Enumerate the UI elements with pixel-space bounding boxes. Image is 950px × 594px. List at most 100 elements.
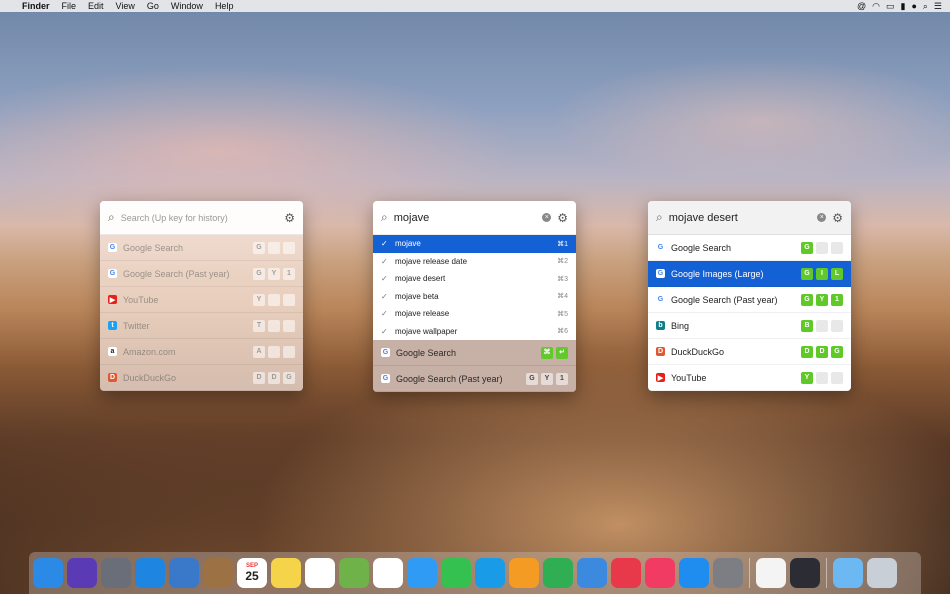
notes-icon[interactable] — [271, 558, 301, 588]
search-input[interactable]: Search (Up key for history) — [121, 213, 279, 223]
magnifier-icon: ⌕ — [381, 210, 388, 224]
photos-icon[interactable] — [373, 558, 403, 588]
system-preferences-icon[interactable] — [713, 558, 743, 588]
user-icon[interactable]: ● — [911, 1, 916, 12]
at-icon[interactable]: @ — [857, 1, 866, 12]
suggestion-row[interactable]: ✓ mojave desert ⌘3 — [373, 270, 576, 288]
news-icon[interactable] — [611, 558, 641, 588]
menu-app-name[interactable]: Finder — [16, 0, 56, 12]
app-store-icon[interactable] — [679, 558, 709, 588]
clear-icon[interactable]: × — [542, 213, 552, 222]
shortcut-key — [268, 241, 280, 254]
menu-view[interactable]: View — [110, 0, 141, 12]
result-row[interactable]: G Google Search G — [648, 235, 851, 261]
gear-icon[interactable]: ⚙ — [557, 211, 568, 225]
menu-go[interactable]: Go — [141, 0, 165, 12]
shortcut-key — [268, 319, 280, 332]
shortcut-key: Y — [268, 267, 280, 280]
engine-row[interactable]: G Google Search (Past year) G Y 1 — [373, 366, 576, 392]
suggestion-row[interactable]: ✓ mojave beta ⌘4 — [373, 288, 576, 306]
search-icon[interactable]: ⌕ — [923, 1, 928, 12]
calendar-icon[interactable]: SEP 25 — [237, 558, 267, 588]
search-bar[interactable]: ⌕ Search (Up key for history) ⚙ — [100, 201, 303, 235]
textedit-icon[interactable] — [756, 558, 786, 588]
engine-row[interactable]: G Google Search ⌘ ↵ — [373, 340, 576, 366]
clear-icon[interactable]: × — [817, 213, 827, 222]
airplay-icon[interactable]: ▭ — [886, 1, 895, 12]
search-input[interactable]: mojave desert — [669, 212, 812, 224]
siri-icon[interactable] — [67, 558, 97, 588]
search-bar[interactable]: ⌕ mojave desert × ⚙ — [648, 201, 851, 235]
helpdesk-icon[interactable] — [475, 558, 505, 588]
suggestion-row[interactable]: ✓ mojave release date ⌘2 — [373, 253, 576, 271]
menu-file[interactable]: File — [56, 0, 83, 12]
suggestion-label: mojave beta — [395, 291, 439, 301]
menu-edit[interactable]: Edit — [82, 0, 110, 12]
gear-icon[interactable]: ⚙ — [284, 211, 295, 225]
result-label: YouTube — [671, 372, 707, 383]
dock: SEP 25 — [29, 552, 921, 594]
list-icon[interactable]: ☰ — [934, 1, 942, 12]
keynote-icon[interactable] — [577, 558, 607, 588]
shortcut-key: D — [816, 345, 828, 358]
search-panel-history: ⌕ Search (Up key for history) ⚙ G Google … — [100, 201, 303, 391]
maps-icon[interactable] — [339, 558, 369, 588]
shortcut-keys: GY1 — [526, 372, 568, 385]
launchpad-icon[interactable] — [101, 558, 131, 588]
trash-icon[interactable] — [867, 558, 897, 588]
suggestion-shortcut: ⌘6 — [557, 328, 568, 336]
shortcut-key: G — [283, 371, 295, 384]
menu-window[interactable]: Window — [165, 0, 209, 12]
quicktime-icon[interactable] — [790, 558, 820, 588]
shortcut-key — [816, 371, 828, 384]
result-row[interactable]: b Bing B — [648, 313, 851, 339]
wifi-icon[interactable]: ◠ — [872, 1, 880, 12]
downloads-folder-icon[interactable] — [833, 558, 863, 588]
music-icon[interactable] — [645, 558, 675, 588]
gear-icon[interactable]: ⚙ — [832, 211, 843, 225]
contacts-icon[interactable] — [203, 558, 233, 588]
shortcut-key: G — [526, 372, 538, 385]
finder-icon[interactable] — [33, 558, 63, 588]
facetime-icon[interactable] — [441, 558, 471, 588]
check-icon: ✓ — [381, 291, 388, 301]
check-icon: ✓ — [381, 256, 388, 266]
mail-stamp-icon[interactable] — [169, 558, 199, 588]
result-label: Amazon.com — [123, 346, 176, 357]
suggestion-row[interactable]: ✓ mojave ⌘1 — [373, 235, 576, 253]
result-row[interactable]: D DuckDuckGo D D G — [100, 365, 303, 391]
shortcut-key: 1 — [831, 293, 843, 306]
shortcut-key: 1 — [283, 267, 295, 280]
result-row[interactable]: G Google Search (Past year) G Y 1 — [100, 261, 303, 287]
result-row[interactable]: D DuckDuckGo D D G — [648, 339, 851, 365]
result-row[interactable]: ▶ YouTube Y — [648, 365, 851, 391]
shortcut-key: G — [831, 345, 843, 358]
shortcut-keys: B — [801, 319, 843, 332]
pages-icon[interactable] — [509, 558, 539, 588]
result-row[interactable]: G Google Images (Large) G I L — [648, 261, 851, 287]
shortcut-key: Y — [801, 371, 813, 384]
result-row[interactable]: a Amazon.com A — [100, 339, 303, 365]
shortcut-key: D — [268, 371, 280, 384]
search-input[interactable]: mojave — [394, 212, 537, 224]
shortcut-key — [816, 319, 828, 332]
result-row[interactable]: G Google Search G — [100, 235, 303, 261]
shortcut-key: I — [816, 267, 828, 280]
suggestion-row[interactable]: ✓ mojave release ⌘5 — [373, 305, 576, 323]
numbers-icon[interactable] — [543, 558, 573, 588]
favicon-icon: D — [656, 347, 665, 356]
safari-icon[interactable] — [135, 558, 165, 588]
menu-help[interactable]: Help — [209, 0, 240, 12]
shortcut-keys: GIL — [801, 267, 843, 280]
search-bar[interactable]: ⌕ mojave × ⚙ — [373, 201, 576, 235]
result-row[interactable]: t Twitter T — [100, 313, 303, 339]
shortcut-key: G — [801, 293, 813, 306]
result-row[interactable]: G Google Search (Past year) G Y 1 — [648, 287, 851, 313]
battery-icon[interactable]: ▮ — [900, 1, 905, 12]
messages-icon[interactable] — [407, 558, 437, 588]
shortcut-key — [283, 241, 295, 254]
result-label: Twitter — [123, 320, 150, 331]
reminders-icon[interactable] — [305, 558, 335, 588]
result-row[interactable]: ▶ YouTube Y — [100, 287, 303, 313]
suggestion-row[interactable]: ✓ mojave wallpaper ⌘6 — [373, 323, 576, 341]
